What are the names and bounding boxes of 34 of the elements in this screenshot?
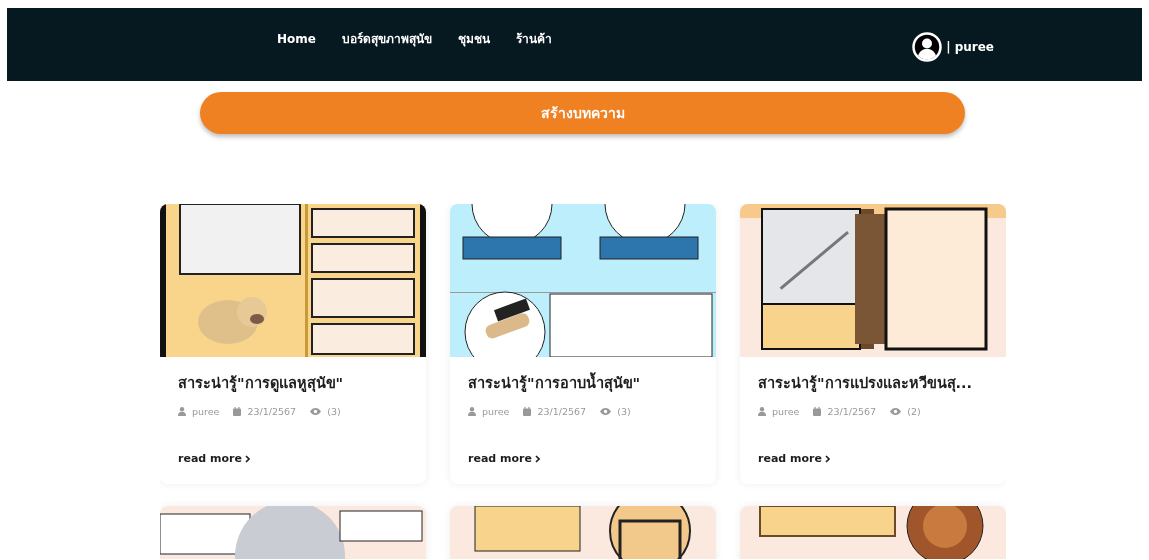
user-icon xyxy=(468,407,476,417)
calendar-icon xyxy=(813,407,822,417)
post-title: สาระน่ารู้"การแปรงและหวีขนสุ... xyxy=(758,374,974,394)
post-title: สาระน่ารู้"การดูแลหูสุนัข" xyxy=(178,374,345,394)
chevron-icon xyxy=(824,455,830,464)
separator-text: | xyxy=(946,38,951,56)
post-title: สาระน่ารู้"การอาบน้ำสุนัข" xyxy=(468,373,698,395)
user-icon xyxy=(178,407,186,417)
avatar-icon[interactable] xyxy=(912,31,943,62)
author-name: puree xyxy=(772,404,800,419)
nav-link[interactable]: บอร์ดสุขภาพสุนัข xyxy=(341,30,432,81)
chevron-icon xyxy=(244,455,250,464)
view-count: (2) xyxy=(907,404,921,419)
read-more-link[interactable]: read more xyxy=(758,451,830,468)
calendar-icon xyxy=(523,407,532,417)
nav-link[interactable]: ร้านค้า xyxy=(515,30,552,81)
chevron-icon xyxy=(534,455,540,464)
post-date: 23/1/2567 xyxy=(537,404,587,419)
eye-icon xyxy=(310,408,322,416)
read-more-link[interactable]: read more xyxy=(468,451,540,468)
post-date: 23/1/2567 xyxy=(827,404,877,419)
eye-icon xyxy=(890,408,902,416)
user-name[interactable]: puree xyxy=(954,37,994,56)
view-count: (3) xyxy=(327,404,341,419)
nav-link[interactable]: ชุมชน xyxy=(457,30,490,81)
author-name: puree xyxy=(192,404,220,419)
user-icon xyxy=(758,407,766,417)
view-count: (3) xyxy=(617,404,631,419)
eye-icon xyxy=(600,408,612,416)
nav-link[interactable]: Home xyxy=(277,30,316,81)
calendar-icon xyxy=(233,407,242,417)
read-more-link[interactable]: read more xyxy=(178,451,250,468)
author-name: puree xyxy=(482,404,510,419)
post-date: 23/1/2567 xyxy=(247,404,297,419)
